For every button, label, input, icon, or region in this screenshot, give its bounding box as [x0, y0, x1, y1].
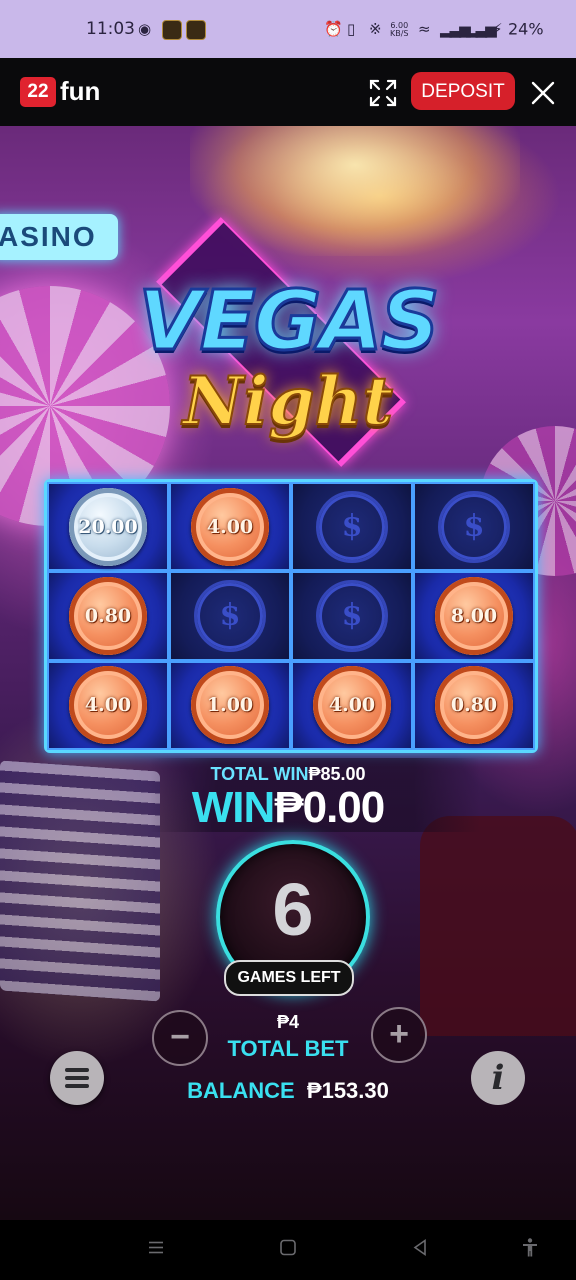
home-icon[interactable] — [279, 1239, 297, 1262]
battery-charging-icon: ⚡ — [492, 20, 503, 38]
recent-apps-icon[interactable] — [147, 1239, 165, 1262]
coin-value: 4.00 — [313, 666, 391, 745]
grid-cell: 20.00 — [47, 482, 169, 572]
app-notification-icon-2 — [186, 20, 206, 40]
deposit-button[interactable]: DEPOSIT — [411, 72, 515, 110]
signal-icon: ▂▃▅ — [440, 20, 471, 38]
coin-value: 4.00 — [69, 666, 147, 745]
back-icon[interactable] — [411, 1238, 429, 1262]
logo-badge: 22 — [20, 77, 56, 107]
games-left-label: GAMES LEFT — [224, 960, 354, 996]
system-navigation-bar — [0, 1220, 576, 1280]
info-button[interactable]: i — [471, 1051, 525, 1105]
logo-text: fun — [60, 76, 101, 106]
win-label: WIN — [191, 783, 276, 832]
total-win-amount: ₱85.00 — [308, 764, 366, 784]
grid-cell: 4.00 — [169, 482, 291, 572]
win-display: WIN₱0.00 — [0, 783, 576, 833]
grid-cell: 4.00 — [291, 660, 413, 750]
total-win: TOTAL WIN₱85.00 — [0, 764, 576, 785]
game-title-vegas: VEGAS — [137, 273, 441, 371]
grid-cell: 8.00 — [413, 571, 535, 661]
battery-level: 24% — [508, 19, 544, 39]
empty-coin-slot: $ — [316, 490, 388, 563]
background-chair — [420, 816, 576, 1036]
grid-cell: 0.80 — [413, 660, 535, 750]
menu-icon-bar — [65, 1068, 89, 1072]
status-bar: 11:03 ◉ ⏰ ▯ ※ 6.00 KB/S ≈ ▂▃▅ ▂▃▅ ⚡ 24% — [0, 0, 576, 58]
coin-value: 0.80 — [69, 576, 147, 655]
game-controller-icon: ◉ — [138, 20, 152, 38]
bluetooth-icon: ※ — [369, 20, 382, 38]
coin-value: 1.00 — [191, 666, 269, 745]
menu-icon-bar — [65, 1076, 89, 1080]
coin-value: 20.00 — [69, 487, 147, 566]
fullscreen-icon[interactable] — [368, 78, 398, 108]
games-left-count: 6 — [272, 868, 314, 951]
balance-label: BALANCE — [187, 1078, 295, 1103]
grid-cell: 1.00 — [169, 660, 291, 750]
game-title-night: Night — [182, 361, 394, 441]
empty-coin-slot: $ — [316, 579, 388, 652]
close-icon[interactable] — [528, 78, 558, 108]
menu-button[interactable] — [50, 1051, 104, 1105]
app-header: 22 fun DEPOSIT — [0, 58, 576, 126]
status-time: 11:03 — [86, 19, 135, 39]
balance-amount: ₱153.30 — [306, 1078, 389, 1103]
signal-icon-2: ▂▃▅ — [466, 20, 497, 38]
coin-grid: 20.00 4.00 $ $0.80 $ $8.00 4.00 1.00 4.00 0.80 — [44, 479, 538, 753]
grid-cell: $ — [291, 482, 413, 572]
coin-value: 0.80 — [435, 666, 513, 745]
grid-cell: $ — [291, 571, 413, 661]
background-casino-sign: ASINO — [0, 214, 118, 260]
accessibility-icon[interactable] — [520, 1238, 540, 1263]
game-canvas: ASINO VEGAS Night 20.00 4.00 $ $0.80 $ $8.00 4… — [0, 126, 576, 1220]
coin-value: 4.00 — [191, 487, 269, 566]
empty-coin-slot: $ — [194, 579, 266, 652]
win-amount: ₱0.00 — [274, 783, 385, 832]
app-notification-icon — [162, 20, 182, 40]
menu-icon-bar — [65, 1084, 89, 1088]
network-speed: 6.00 KB/S — [390, 22, 409, 38]
wifi-icon: ≈ — [418, 20, 431, 38]
network-speed-unit: KB/S — [390, 29, 409, 38]
coin-value: 8.00 — [435, 576, 513, 655]
empty-coin-slot: $ — [438, 490, 510, 563]
bet-amount: ₱4 — [276, 1012, 300, 1032]
grid-cell: 4.00 — [47, 660, 169, 750]
total-win-label: TOTAL WIN — [210, 764, 309, 784]
grid-cell: 0.80 — [47, 571, 169, 661]
grid-cell: $ — [169, 571, 291, 661]
grid-cell: $ — [413, 482, 535, 572]
vibrate-icon: ▯ — [347, 20, 356, 38]
alarm-icon: ⏰ — [324, 20, 343, 38]
